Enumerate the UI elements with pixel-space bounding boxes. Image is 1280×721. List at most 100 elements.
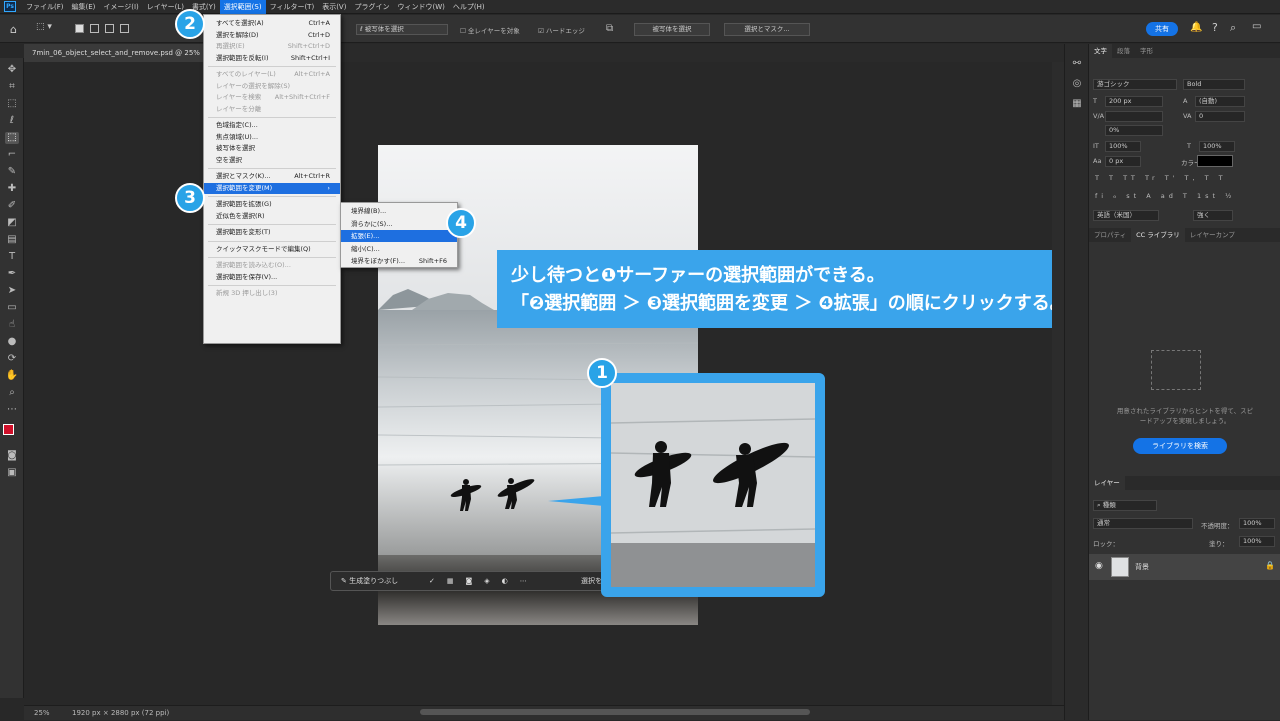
select-menu-item[interactable]: すべてを選択(A) Ctrl+A: [204, 18, 340, 29]
vertical-scale-field[interactable]: 100%: [1105, 141, 1141, 152]
modify-submenu-item[interactable]: 境界をぼかす(F)... Shift+F6: [341, 255, 457, 267]
help-icon[interactable]: ?: [1212, 21, 1218, 34]
select-and-mask-button[interactable]: 選択とマスク...: [724, 23, 810, 36]
workspace-icon[interactable]: ▭: [1252, 21, 1261, 32]
gradient-tool-icon[interactable]: ▤: [5, 234, 19, 246]
opentype-buttons[interactable]: fi ℴ st A ad T 1st ½: [1095, 192, 1235, 200]
eraser-tool-icon[interactable]: ◩: [5, 217, 19, 229]
select-menu-item[interactable]: 色域指定(C)...: [204, 120, 340, 131]
select-subject-icon[interactable]: ⧉: [606, 23, 613, 34]
find-libraries-button[interactable]: ライブラリを検索: [1133, 438, 1227, 454]
menu-item[interactable]: ウィンドウ(W): [393, 0, 448, 14]
font-size-field[interactable]: 200 px: [1105, 96, 1163, 107]
more-tools-icon[interactable]: ⋯: [5, 404, 19, 416]
menu-item[interactable]: 編集(E): [68, 0, 100, 14]
zoom-level[interactable]: 25%: [34, 706, 50, 721]
healing-brush-icon[interactable]: ✚: [5, 183, 19, 195]
select-menu-item[interactable]: 選択範囲を変更(M) ›: [204, 182, 340, 194]
language-field[interactable]: 英語（米国）: [1093, 210, 1159, 221]
select-menu-item[interactable]: 近似色を選択(R): [204, 211, 340, 222]
select-menu-item[interactable]: 選択を解除(D) Ctrl+D: [204, 30, 340, 41]
select-menu-item[interactable]: 被写体を選択: [204, 143, 340, 154]
foreground-color-swatch[interactable]: [3, 424, 14, 435]
lasso-tool-icon[interactable]: ℓ: [5, 115, 19, 127]
vertical-scrollbar[interactable]: [1052, 62, 1064, 705]
tab-layers[interactable]: レイヤー: [1089, 476, 1125, 490]
modify-submenu-item[interactable]: 拡張(E)...: [341, 230, 457, 242]
home-icon[interactable]: ⌂: [10, 23, 22, 36]
menu-item[interactable]: 表示(V): [318, 0, 350, 14]
menu-item[interactable]: フィルター(T): [266, 0, 319, 14]
select-menu-item[interactable]: 選択範囲を保存(V)...: [204, 272, 340, 283]
artboard-tool-icon[interactable]: ⌗: [5, 81, 19, 93]
tab-cc-libraries[interactable]: CC ライブラリ: [1131, 228, 1185, 242]
rectangle-tool-icon[interactable]: ▭: [5, 302, 19, 314]
fill-field[interactable]: 100%: [1239, 536, 1275, 547]
antialias-field[interactable]: 強く: [1193, 210, 1233, 221]
menu-item[interactable]: 選択範囲(S): [219, 0, 266, 14]
opacity-field[interactable]: 100%: [1239, 518, 1275, 529]
menu-item[interactable]: ヘルプ(H): [449, 0, 489, 14]
tab-layer-comps[interactable]: レイヤーカンプ: [1185, 228, 1240, 242]
baseline-field[interactable]: 0 px: [1105, 156, 1141, 167]
select-menu-item[interactable]: 選択範囲を拡張(G): [204, 199, 340, 210]
select-menu-item[interactable]: 再選択(E) Shift+Ctrl+D: [204, 41, 340, 52]
select-menu-item[interactable]: すべてのレイヤー(L) Alt+Ctrl+A: [204, 69, 340, 80]
blend-mode-field[interactable]: 通常: [1093, 518, 1193, 529]
adjustments-icon[interactable]: ⚯: [1070, 58, 1084, 70]
font-family-field[interactable]: 游ゴシック: [1093, 79, 1177, 90]
type-tool-icon[interactable]: T: [5, 251, 19, 263]
generative-fill-button[interactable]: ✎ 生成塗りつぶし: [341, 572, 398, 590]
select-menu-item[interactable]: 焦点領域(U)...: [204, 132, 340, 143]
libraries-icon[interactable]: ▦: [1070, 98, 1084, 110]
select-menu-item[interactable]: 選択範囲を反転(I) Shift+Ctrl+I: [204, 53, 340, 64]
modify-submenu-item[interactable]: 滑らかに(S)...: [341, 218, 457, 230]
path-selection-icon[interactable]: ➤: [5, 285, 19, 297]
selection-mode-icons[interactable]: [75, 24, 141, 35]
horizontal-scale-field[interactable]: 100%: [1199, 141, 1235, 152]
smudge-tool-icon[interactable]: ☝: [5, 319, 19, 331]
select-menu-item[interactable]: レイヤーを分離: [204, 104, 340, 115]
select-menu-item[interactable]: クイックマスクモードで編集(Q): [204, 244, 340, 255]
document-tab[interactable]: 7min_06_object_select_and_remove.psd @ 2…: [24, 44, 204, 62]
object-selection-tool-icon[interactable]: ⬚: [5, 132, 19, 144]
hard-edge-checkbox[interactable]: ☑ ハードエッジ: [538, 25, 585, 35]
select-subject-button[interactable]: 被写体を選択: [634, 23, 710, 36]
select-menu-button[interactable]: 選択を: [581, 572, 602, 590]
eye-icon[interactable]: ◉: [1095, 561, 1103, 571]
sample-all-layers-checkbox[interactable]: ☐ 全レイヤーを対象: [460, 25, 520, 35]
modify-submenu-item[interactable]: 境界線(B)...: [341, 205, 457, 217]
select-menu-item[interactable]: 新規 3D 押し出し(3): [204, 288, 340, 299]
hand-tool-icon[interactable]: ✋: [5, 370, 19, 382]
tsume-field[interactable]: 0%: [1105, 125, 1163, 136]
text-style-buttons[interactable]: T T TT Tr T' T, T T: [1095, 174, 1227, 182]
quick-mask-icon[interactable]: ◙: [5, 450, 19, 462]
object-finder-dropdown[interactable]: ℓ 被写体を選択: [356, 24, 448, 35]
kerning-field[interactable]: [1105, 111, 1163, 122]
select-menu-item[interactable]: レイヤーの選択を解除(S): [204, 81, 340, 92]
move-tool-icon[interactable]: ✥: [5, 64, 19, 76]
tracking-field[interactable]: 0: [1195, 111, 1245, 122]
select-menu-item[interactable]: 選択範囲を読み込む(O)...: [204, 260, 340, 271]
dodge-tool-icon[interactable]: ●: [5, 336, 19, 348]
select-action-icons[interactable]: ✓▦◙◈◐⋯: [429, 572, 539, 590]
tab-paragraph[interactable]: 段落: [1112, 44, 1135, 58]
horizontal-scrollbar[interactable]: [420, 709, 810, 715]
modify-submenu-item[interactable]: 縮小(C)...: [341, 243, 457, 255]
layer-filter-field[interactable]: ⌕ 種類: [1093, 500, 1157, 511]
zoom-tool-icon[interactable]: ⌕: [5, 387, 19, 399]
layer-row[interactable]: ◉ 背景 🔒: [1089, 554, 1280, 580]
select-menu-item[interactable]: 選択範囲を変形(T): [204, 227, 340, 238]
leading-field[interactable]: (自動): [1195, 96, 1245, 107]
share-button[interactable]: 共有: [1146, 22, 1178, 36]
tab-properties[interactable]: プロパティ: [1089, 228, 1131, 242]
menu-item[interactable]: ファイル(F): [22, 0, 68, 14]
pen-tool-icon[interactable]: ✒: [5, 268, 19, 280]
crop-tool-icon[interactable]: ⌐: [5, 149, 19, 161]
tab-glyphs[interactable]: 字形: [1135, 44, 1158, 58]
menu-item[interactable]: プラグイン: [350, 0, 393, 14]
brush-tool-icon[interactable]: ✐: [5, 200, 19, 212]
bell-icon[interactable]: 🔔: [1190, 22, 1202, 33]
history-icon[interactable]: ◎: [1070, 78, 1084, 90]
tab-character[interactable]: 文字: [1089, 44, 1112, 58]
